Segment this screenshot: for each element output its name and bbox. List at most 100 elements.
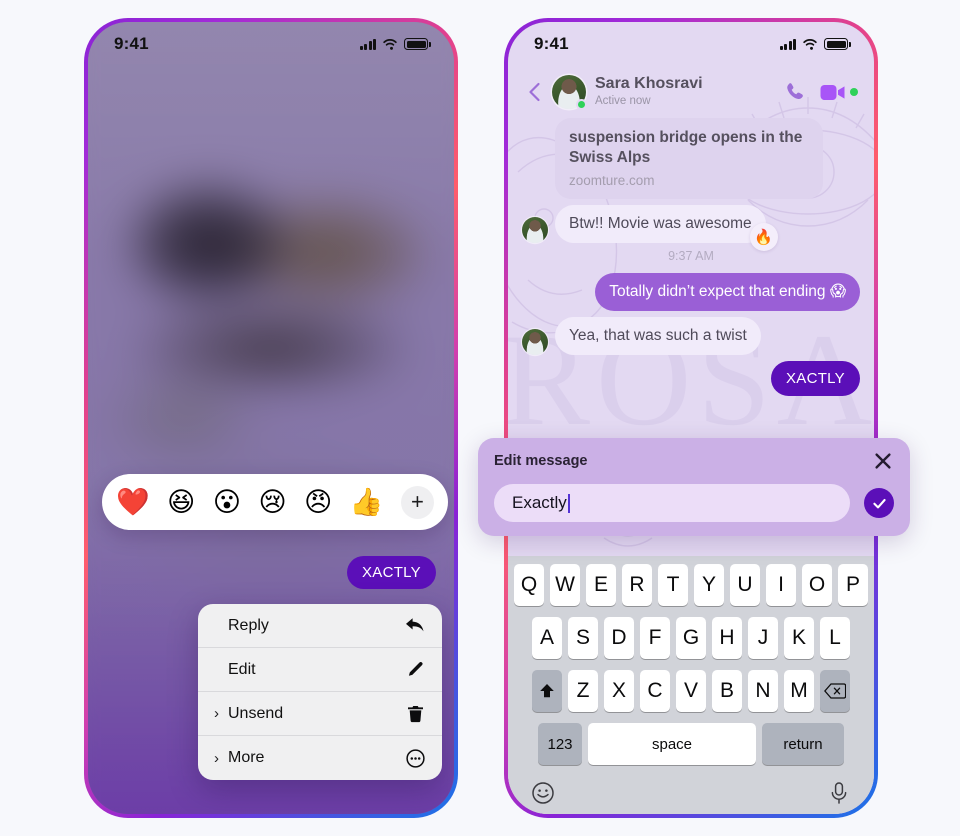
message-bubble-incoming[interactable]: Btw!! Movie was awesome [555,205,766,243]
key-D[interactable]: D [604,617,634,659]
confirm-edit-button[interactable] [864,488,894,518]
add-reaction-button[interactable]: + [400,485,434,519]
on-screen-keyboard[interactable]: Q W E R T Y U I O P A S D F G H J K L Z … [508,556,874,814]
more-chevron: › [214,749,219,767]
avatar [522,328,548,355]
reaction-surprised-icon[interactable]: 😮 [213,488,241,516]
key-K[interactable]: K [784,617,814,659]
edit-message-input[interactable]: Exactly [494,484,850,522]
edit-panel-title: Edit message [494,453,588,469]
fire-reaction-icon[interactable]: 🔥 [749,222,778,251]
presence-dot [576,99,587,110]
key-Q[interactable]: Q [514,564,544,606]
message-bubble-editing[interactable]: XACTLY [770,360,860,396]
space-key[interactable]: space [588,723,756,765]
key-W[interactable]: W [550,564,580,606]
key-V[interactable]: V [676,670,706,712]
key-M[interactable]: M [784,670,814,712]
wifi-icon [803,39,817,50]
shift-arrow-icon[interactable] [532,670,562,712]
back-chevron-icon[interactable] [524,81,546,103]
reaction-picker-bar[interactable]: ❤️ 😆 😮 😢 😠 👍 + [102,474,448,530]
link-preview-card[interactable]: suspension bridge opens in the Swiss Alp… [555,118,823,200]
key-A[interactable]: A [532,617,562,659]
context-menu-item-unsend[interactable]: › Unsend [198,692,442,736]
key-H[interactable]: H [712,617,742,659]
key-C[interactable]: C [640,670,670,712]
contact-presence: Active now [595,94,651,107]
signal-bars-icon [779,38,796,50]
edit-message-panel[interactable]: Edit message Exactly [478,438,910,536]
link-preview-title: suspension bridge opens in the Swiss Alp… [569,129,803,166]
right-status-bar: 9:41 [508,22,874,66]
reaction-heart-icon[interactable]: ❤️ [116,488,150,516]
key-Z[interactable]: Z [568,670,598,712]
context-menu[interactable]: Reply Edit › Unsend › More [198,604,442,780]
emoji-smiley-icon[interactable] [530,780,556,806]
video-camera-icon[interactable] [820,84,846,101]
avatar [522,216,548,243]
highlighted-message-bubble[interactable]: XACTLY [346,556,436,589]
phone-icon[interactable] [784,81,807,104]
reaction-sad-icon[interactable]: 😢 [258,488,286,516]
message-bubble-outgoing[interactable]: Totally didn’t expect that ending 😱 [595,272,860,311]
reaction-laughing-icon[interactable]: 😆 [167,488,195,516]
key-O[interactable]: O [802,564,832,606]
key-Y[interactable]: Y [694,564,724,606]
unsend-chevron: › [214,705,219,722]
wifi-icon [383,39,397,50]
reaction-thumbs-up-icon[interactable]: 👍 [350,488,384,516]
status-icons [779,38,851,50]
context-menu-item-edit[interactable]: Edit [198,648,442,692]
context-menu-item-more[interactable]: › More [198,736,442,780]
contact-name: Sara Khosravi [595,75,703,93]
contact-info[interactable]: Sara Khosravi Active now [595,75,784,108]
more-circle-icon [404,747,426,769]
signal-bars-icon [359,38,376,50]
context-menu-item-reply[interactable]: Reply [198,604,442,648]
keyboard-row-3: Z X C V B N M [508,670,874,712]
key-B[interactable]: B [712,670,742,712]
key-P[interactable]: P [838,564,868,606]
key-I[interactable]: I [766,564,796,606]
keyboard-row-2: A S D F G H J K L [508,617,874,659]
message-row-incoming: Yea, that was such a twist [508,316,874,355]
keyboard-bottom-bar [508,776,874,806]
header-actions [784,81,858,104]
context-menu-label: More [228,749,265,766]
numbers-key[interactable]: 123 [538,723,582,765]
reaction-angry-icon[interactable]: 😠 [304,488,332,516]
key-F[interactable]: F [640,617,670,659]
key-E[interactable]: E [586,564,616,606]
message-bubble-incoming[interactable]: Yea, that was such a twist [555,316,761,355]
link-preview-row: suspension bridge opens in the Swiss Alp… [508,118,874,200]
key-T[interactable]: T [658,564,688,606]
message-row-outgoing: Totally didn’t expect that ending 😱 [508,272,874,311]
key-G[interactable]: G [676,617,706,659]
key-N[interactable]: N [748,670,778,712]
key-L[interactable]: L [820,617,850,659]
microphone-icon[interactable] [826,780,852,806]
left-status-bar: 9:41 [88,22,454,66]
context-menu-label: Reply [228,616,269,634]
key-J[interactable]: J [748,617,778,659]
close-x-icon[interactable] [872,450,894,472]
contact-avatar[interactable] [552,75,587,110]
battery-icon [824,38,851,50]
keyboard-row-1: Q W E R T Y U I O P [508,564,874,606]
backspace-icon[interactable] [820,670,850,712]
key-U[interactable]: U [730,564,760,606]
status-icons [359,38,431,50]
edit-panel-header: Edit message [494,450,894,472]
message-row-incoming: Btw!! Movie was awesome 🔥 [508,205,874,251]
key-S[interactable]: S [568,617,598,659]
check-icon [872,498,886,508]
key-X[interactable]: X [604,670,634,712]
return-key[interactable]: return [762,723,844,765]
video-call-action[interactable] [820,84,858,101]
left-phone-frame: 9:41 ❤️ 😆 😮 😢 😠 👍 + XACTLY Reply Edit › … [84,18,458,818]
edit-input-value: Exactly [512,493,567,512]
pencil-icon [404,659,426,681]
key-R[interactable]: R [622,564,652,606]
context-menu-label: Edit [228,660,256,678]
